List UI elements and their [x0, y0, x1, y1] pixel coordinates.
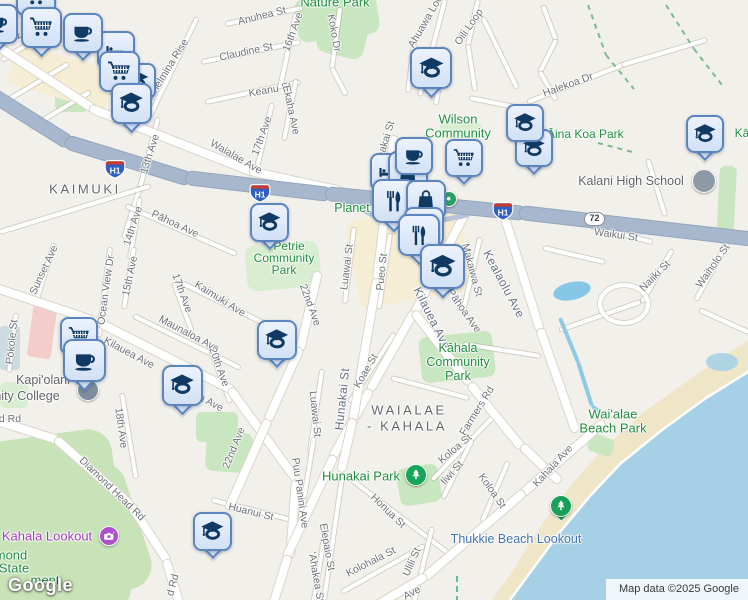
- marker-graduation-cap[interactable]: [257, 320, 297, 374]
- marker-shopping-cart[interactable]: [21, 7, 62, 63]
- shopping-cart-icon: [445, 139, 483, 177]
- shopping-cart-icon: [21, 7, 62, 48]
- graduation-cap-icon: [250, 203, 289, 242]
- graduation-cap-icon: [410, 47, 452, 89]
- marker-shopping-cart[interactable]: [445, 139, 483, 191]
- marker-graduation-cap[interactable]: [686, 115, 724, 167]
- tree-poi[interactable]: [550, 495, 572, 522]
- map-canvas[interactable]: H1H1H172 Waialae Ave13th AveWilhelmina R…: [0, 0, 748, 600]
- coffee-cup-icon: [63, 13, 103, 53]
- marker-graduation-cap[interactable]: [193, 512, 232, 565]
- coffee-cup-icon: [63, 339, 106, 382]
- google-logo[interactable]: Google: [8, 575, 73, 596]
- graduation-cap-icon: [111, 83, 152, 124]
- graduation-cap-icon: [162, 365, 203, 406]
- marker-graduation-cap[interactable]: [410, 47, 452, 104]
- markers-layer: [0, 0, 748, 600]
- graduation-cap-icon: [420, 244, 465, 289]
- graduation-cap-icon: [257, 320, 297, 360]
- map-attribution: Map data ©2025 Google: [605, 579, 748, 600]
- marker-graduation-cap[interactable]: [420, 244, 465, 305]
- coffee-cup-icon: [0, 4, 18, 44]
- marker-coffee-cup[interactable]: [63, 339, 106, 397]
- marker-graduation-cap[interactable]: [250, 203, 289, 256]
- graduation-cap-icon: [506, 104, 544, 142]
- marker-graduation-cap[interactable]: [111, 83, 152, 139]
- graduation-cap-icon: [686, 115, 724, 153]
- tree-icon: [550, 495, 572, 517]
- marker-coffee-cup[interactable]: [0, 4, 18, 58]
- marker-graduation-cap[interactable]: [162, 365, 203, 421]
- coffee-cup-icon: [395, 137, 433, 175]
- graduation-cap-icon: [193, 512, 232, 551]
